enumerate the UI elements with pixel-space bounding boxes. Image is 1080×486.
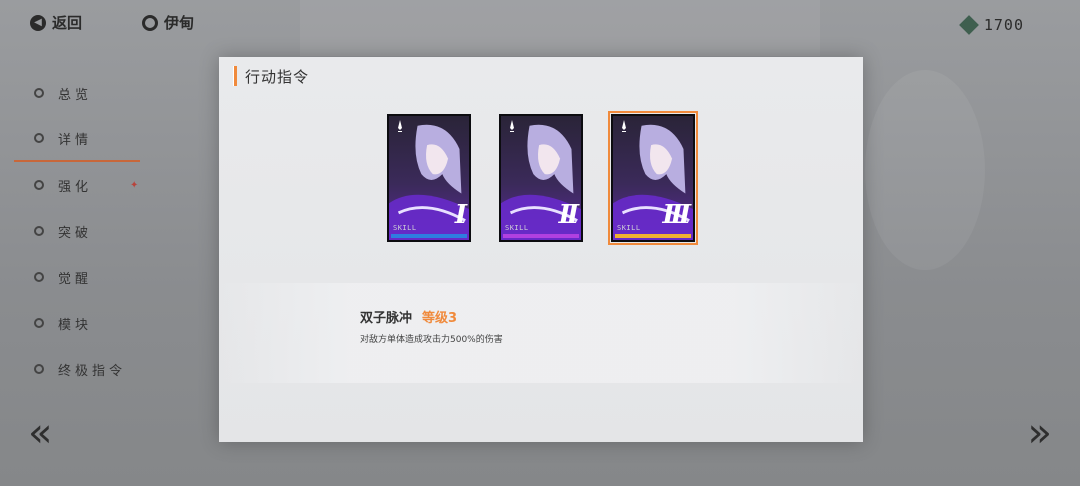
header-accent — [233, 66, 237, 86]
currency-value: 1700 — [983, 16, 1024, 34]
back-arrow-icon: ◀ — [30, 14, 46, 31]
sidebar-item-details[interactable]: 详情 — [14, 116, 140, 162]
modal-title: 行动指令 — [245, 67, 310, 86]
diamond-icon — [34, 133, 44, 143]
card-skill-tag: SKILL — [617, 224, 641, 232]
sidebar-item-label: 总览 — [58, 87, 93, 103]
sidebar-item-label: 觉醒 — [58, 271, 93, 287]
back-label: 返回 — [52, 14, 83, 32]
sidebar-item-ultimate[interactable]: 终极指令 — [14, 346, 140, 392]
ultimate-icon — [34, 364, 44, 374]
character-name: 伊甸 — [164, 14, 195, 32]
action-command-modal: 行动指令 I SKILL II SKILL III SKILL 双子脉冲 等级3… — [219, 57, 863, 442]
skill-card-level-2[interactable]: II SKILL — [499, 114, 583, 242]
skill-card-level-3[interactable]: III SKILL — [608, 111, 698, 245]
card-numeral: III — [662, 200, 691, 230]
double-chevron-left-icon[interactable]: « — [28, 410, 52, 456]
gear-icon — [34, 88, 44, 98]
card-numeral: II — [558, 200, 579, 230]
sidebar: 总览 详情 强化 ✦ 突破 觉醒 模块 终极指令 — [14, 70, 140, 392]
character-name-button[interactable]: 伊甸 — [142, 12, 194, 33]
bg-emblem — [865, 70, 985, 270]
awaken-icon — [34, 272, 44, 282]
ring-icon — [142, 14, 158, 31]
sidebar-item-awaken[interactable]: 觉醒 — [14, 254, 140, 300]
sidebar-item-enhance[interactable]: 强化 ✦ — [14, 162, 140, 208]
sidebar-item-label: 突破 — [58, 225, 93, 241]
circle-icon — [34, 226, 44, 236]
skill-card-list: I SKILL II SKILL III SKILL — [387, 111, 698, 245]
skill-description: 对敌方单体造成攻击力500%的伤害 — [360, 335, 503, 345]
sword-icon — [510, 120, 514, 132]
skill-level: 等级3 — [422, 311, 458, 326]
sidebar-item-label: 终极指令 — [58, 363, 127, 379]
sidebar-item-label: 模块 — [58, 317, 93, 333]
sidebar-item-label: 详情 — [58, 132, 93, 148]
skill-card-level-1[interactable]: I SKILL — [387, 114, 471, 242]
sword-icon — [398, 120, 402, 132]
card-numeral: I — [454, 200, 467, 230]
cross-icon — [34, 180, 44, 190]
module-icon — [34, 318, 44, 328]
currency-display: 1700 — [958, 15, 1024, 35]
card-skill-tag: SKILL — [505, 224, 529, 232]
notification-dot-icon: ✦ — [130, 180, 143, 191]
sword-icon — [622, 120, 626, 132]
card-level-bar — [615, 234, 691, 238]
sidebar-item-breakthrough[interactable]: 突破 — [14, 208, 140, 254]
sidebar-item-module[interactable]: 模块 — [14, 300, 140, 346]
skill-name-row: 双子脉冲 等级3 — [360, 307, 457, 326]
sidebar-item-overview[interactable]: 总览 — [14, 70, 140, 116]
back-button[interactable]: ◀ 返回 — [30, 12, 82, 33]
double-chevron-right-icon[interactable]: » — [1028, 410, 1052, 456]
modal-header: 行动指令 — [219, 65, 309, 87]
bg-panel-top — [300, 0, 820, 56]
sidebar-item-label: 强化 — [58, 179, 93, 195]
card-level-bar — [391, 234, 467, 238]
skill-name: 双子脉冲 — [360, 311, 413, 326]
skill-description-panel — [219, 283, 863, 383]
gem-icon — [958, 15, 979, 35]
card-skill-tag: SKILL — [393, 224, 417, 232]
card-level-bar — [503, 234, 579, 238]
